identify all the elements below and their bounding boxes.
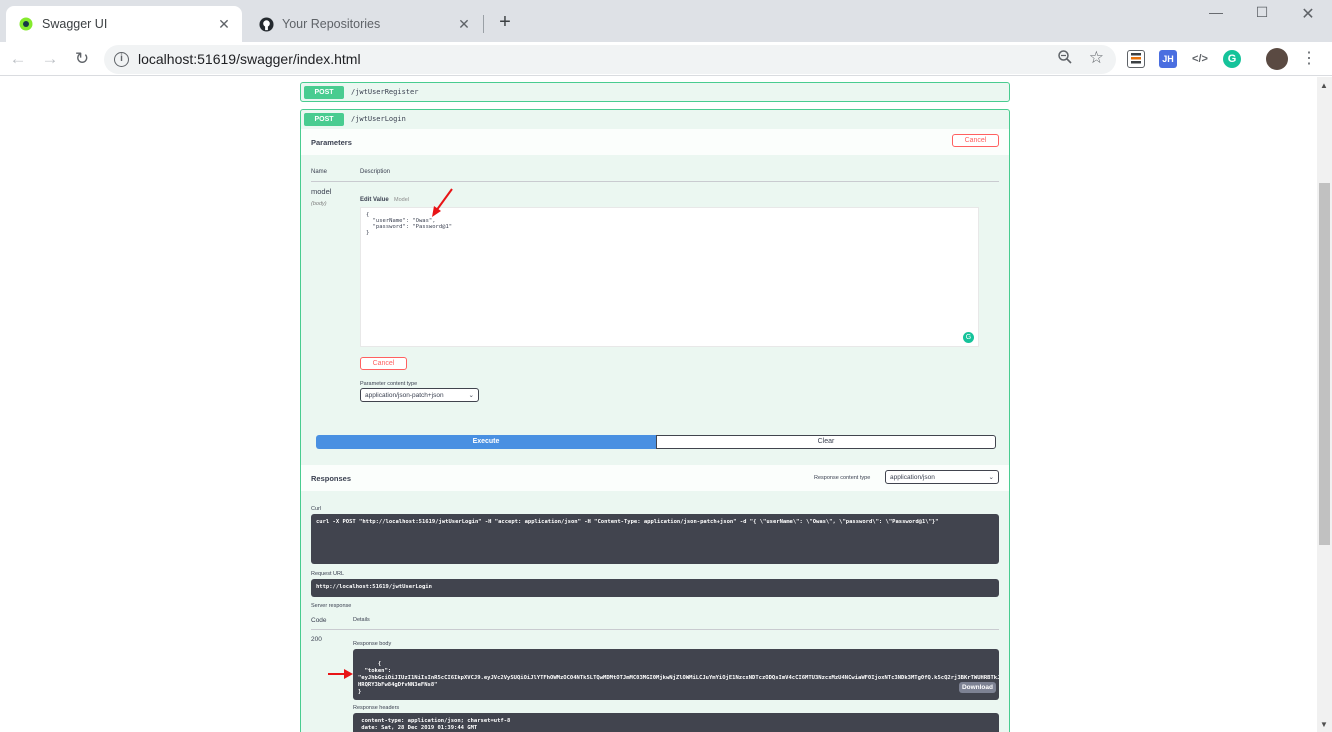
col-name-header: Name [311, 169, 328, 175]
forward-icon[interactable]: → [38, 47, 62, 71]
browser-tab-strip: Swagger UI ✕ Your Repositories ✕ + — ☐ ✕ [0, 0, 1332, 42]
page-scrollbar[interactable]: ▲ ▼ [1317, 77, 1332, 732]
curl-command[interactable]: curl -X POST "http://localhost:51619/jwt… [311, 514, 999, 564]
operation-jwt-user-register[interactable]: POST /jwtUserRegister [300, 82, 1010, 102]
body-editor[interactable]: { "userName": "Owas", "password": "Passw… [360, 207, 979, 347]
github-favicon-icon [258, 16, 274, 32]
cancel-button[interactable]: Cancel [952, 134, 999, 147]
responses-title: Responses [311, 473, 352, 483]
close-tab-icon[interactable]: ✕ [216, 16, 232, 33]
back-icon[interactable]: ← [6, 47, 30, 71]
server-response-label: Server response [311, 603, 352, 609]
scroll-down-icon[interactable]: ▼ [1320, 720, 1328, 729]
profile-avatar[interactable] [1266, 48, 1288, 70]
site-info-icon[interactable]: i [114, 52, 129, 67]
annotation-arrow-icon [328, 669, 353, 679]
method-badge: POST [304, 112, 344, 126]
chevron-down-icon: ⌄ [988, 474, 994, 481]
col-description-header: Description [360, 169, 391, 175]
tab-separator [483, 15, 484, 33]
close-window-icon[interactable]: ✕ [1293, 4, 1323, 23]
response-code: 200 [311, 636, 322, 643]
chevron-down-icon: ⌄ [468, 392, 474, 399]
download-button[interactable]: Download [958, 682, 996, 693]
response-body[interactable]: { "token": "eyJhbGciOiJIUzI1NiIsInR5cCI6… [353, 649, 999, 700]
response-body-text: { "token": "eyJhbGciOiJIUzI1NiIsInR5cCI6… [358, 661, 999, 695]
response-body-label: Response body [353, 641, 392, 647]
close-tab-icon[interactable]: ✕ [456, 16, 472, 33]
response-headers-label: Response headers [353, 705, 400, 711]
param-name: model [311, 187, 332, 196]
col-code-header: Code [311, 617, 327, 624]
annotation-arrow-icon [432, 188, 453, 217]
maximize-icon[interactable]: ☐ [1247, 4, 1277, 22]
reload-icon[interactable]: ↻ [70, 47, 94, 71]
execute-button[interactable]: Execute [316, 435, 656, 449]
address-bar[interactable]: i localhost:51619/swagger/index.html ☆ [104, 45, 1116, 74]
response-content-type-select[interactable]: application/json ⌄ [885, 470, 999, 484]
extension-stack-icon[interactable] [1127, 50, 1145, 68]
param-location: (body) [311, 201, 327, 207]
operation-path: /jwtUserRegister [351, 88, 419, 96]
url-text[interactable]: localhost:51619/swagger/index.html [138, 51, 361, 67]
content-type-label: Parameter content type [360, 381, 418, 387]
tab-title: Swagger UI [42, 17, 108, 31]
jh-extension-icon[interactable]: JH [1159, 50, 1177, 68]
request-url-value[interactable]: http://localhost:51619/jwtUserLogin [311, 579, 999, 597]
operation-summary[interactable]: POST /jwtUserLogin [301, 110, 1009, 128]
cancel-edit-button[interactable]: Cancel [360, 357, 407, 370]
operation-path: /jwtUserLogin [351, 115, 406, 123]
divider [311, 181, 999, 182]
operation-jwt-user-login: POST /jwtUserLogin Parameters Cancel Nam… [300, 109, 1010, 732]
bookmark-star-icon[interactable]: ☆ [1089, 48, 1104, 68]
menu-kebab-icon[interactable]: ⋮ [1297, 47, 1321, 71]
zoom-icon[interactable] [1058, 50, 1072, 68]
minimize-icon[interactable]: — [1201, 4, 1231, 22]
response-headers[interactable]: content-type: application/json; charset=… [353, 713, 999, 732]
selected-value: application/json [890, 473, 935, 481]
parameter-content-type-select[interactable]: application/json-patch+json ⌄ [360, 388, 479, 402]
grammarly-badge-icon[interactable]: G [963, 332, 974, 343]
swagger-favicon-icon [18, 16, 34, 32]
col-details-header: Details [353, 617, 370, 623]
tab-swagger-ui[interactable]: Swagger UI ✕ [6, 6, 242, 42]
parameters-title: Parameters [311, 137, 352, 147]
clear-button[interactable]: Clear [656, 435, 996, 449]
selected-value: application/json-patch+json [365, 391, 444, 399]
scroll-up-icon[interactable]: ▲ [1320, 81, 1328, 90]
model-tab[interactable]: Model [394, 197, 409, 203]
tab-title: Your Repositories [282, 17, 381, 31]
parameters-header: Parameters [301, 129, 1009, 155]
edit-value-tab[interactable]: Edit Value [360, 197, 389, 203]
new-tab-icon[interactable]: + [494, 11, 516, 33]
request-url-label: Request URL [311, 571, 345, 577]
method-badge: POST [304, 85, 344, 99]
divider [311, 629, 999, 630]
curl-label: Curl [311, 506, 322, 512]
page-viewport: POST /jwtUserRegister POST /jwtUserLogin… [0, 77, 1317, 732]
response-content-type-label: Response content type [814, 475, 871, 481]
code-extension-icon[interactable]: </> [1191, 50, 1209, 68]
browser-toolbar: ← → ↻ i localhost:51619/swagger/index.ht… [0, 42, 1332, 76]
tab-your-repositories[interactable]: Your Repositories ✕ [246, 6, 482, 42]
grammarly-extension-icon[interactable]: G [1223, 50, 1241, 68]
scrollbar-thumb[interactable] [1319, 183, 1330, 545]
